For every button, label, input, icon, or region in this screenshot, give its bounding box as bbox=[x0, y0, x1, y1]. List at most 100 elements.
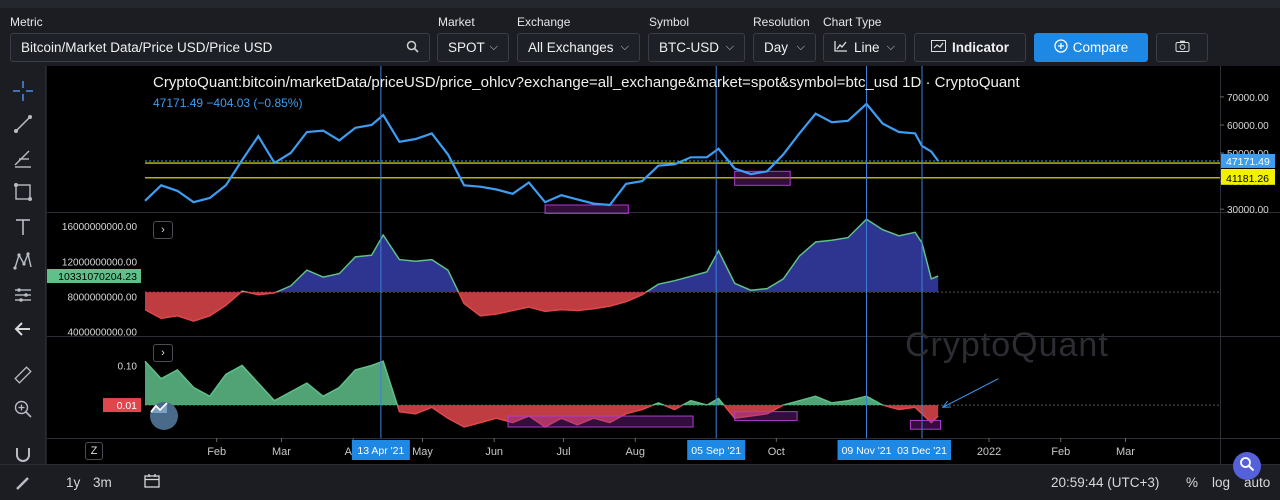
ruler-icon[interactable] bbox=[10, 362, 36, 388]
price-axis-label: 47171.49 bbox=[1226, 156, 1270, 168]
arrow-left-icon[interactable] bbox=[10, 316, 36, 342]
chevron-down-icon: ⌵ bbox=[796, 41, 805, 53]
metric-label: Metric bbox=[10, 15, 43, 29]
screenshot-button[interactable] bbox=[1156, 33, 1208, 62]
symbol-label: Symbol bbox=[649, 15, 690, 29]
bottom-bar: 1y 3m 20:59:44 (UTC+3) % log auto bbox=[0, 464, 1280, 500]
compare-button[interactable]: Compare bbox=[1034, 33, 1148, 62]
logo-icon bbox=[150, 402, 178, 430]
trendline-icon[interactable] bbox=[10, 111, 36, 137]
price-series-line bbox=[144, 102, 940, 207]
text-icon[interactable] bbox=[10, 214, 36, 240]
charttype-label: Chart Type bbox=[823, 15, 882, 29]
x-tick-label: Feb bbox=[1051, 446, 1070, 458]
current-value-label: 0.01 bbox=[117, 400, 138, 412]
highlight-box bbox=[507, 415, 694, 428]
y-tick-label: 0.10 bbox=[118, 362, 138, 373]
annotation-arrow bbox=[942, 378, 999, 408]
camera-icon bbox=[1175, 40, 1190, 55]
resolution-label: Resolution bbox=[753, 15, 810, 29]
pane3-collapse-button[interactable]: › bbox=[153, 344, 173, 362]
x-tick-label: Oct bbox=[768, 446, 785, 458]
zoom-icon[interactable] bbox=[10, 396, 36, 422]
search-fab-icon bbox=[1239, 456, 1255, 477]
chevron-right-icon: › bbox=[161, 347, 165, 359]
x-tick-label: Aug bbox=[625, 446, 645, 458]
pencil-icon[interactable] bbox=[10, 470, 36, 496]
line-chart-icon bbox=[834, 40, 848, 55]
exchange-value: All Exchanges bbox=[528, 40, 614, 55]
clock-readout: 20:59:44 (UTC+3) bbox=[1051, 475, 1160, 490]
x-tick-label: Jul bbox=[557, 446, 571, 458]
pane2-collapse-button[interactable]: › bbox=[153, 221, 173, 239]
drawing-toolbar bbox=[0, 66, 46, 464]
symbol-value: BTC-USD bbox=[659, 40, 719, 55]
date-marker-label: 03 Dec '21 bbox=[897, 445, 947, 457]
x-tick-label: Feb bbox=[207, 446, 226, 458]
x-tick-label: May bbox=[412, 446, 433, 458]
date-marker-label: 13 Apr '21 bbox=[357, 445, 404, 457]
highlight-box bbox=[734, 170, 791, 186]
y-tick-label: 8000000000.00 bbox=[67, 292, 137, 303]
market-label: Market bbox=[438, 15, 475, 29]
fib-icon[interactable] bbox=[10, 146, 36, 172]
top-strip bbox=[0, 0, 1280, 8]
chevron-right-icon: › bbox=[161, 224, 165, 236]
crosshair-icon[interactable] bbox=[10, 78, 36, 104]
y-tick-label: 30000.00 bbox=[1227, 205, 1269, 216]
compare-label: Compare bbox=[1072, 40, 1129, 55]
price-axis-label: 41181.26 bbox=[1226, 173, 1269, 185]
x-tick-label: 2022 bbox=[977, 446, 1001, 458]
highlight-box bbox=[544, 204, 629, 214]
rectangle-icon[interactable] bbox=[10, 179, 36, 205]
current-value-label: 10331070204.23 bbox=[58, 271, 137, 283]
percent-toggle[interactable]: % bbox=[1186, 475, 1198, 490]
chevron-down-icon: ⌵ bbox=[489, 41, 498, 53]
market-value: SPOT bbox=[448, 40, 485, 55]
y-tick-label: 70000.00 bbox=[1227, 93, 1269, 104]
search-icon bbox=[406, 40, 419, 56]
x-tick-label: Mar bbox=[1116, 446, 1135, 458]
x-tick-label: Jun bbox=[485, 446, 503, 458]
highlight-box bbox=[734, 411, 798, 421]
metric-select[interactable]: Bitcoin/Market Data/Price USD/Price USD bbox=[10, 33, 430, 62]
log-toggle[interactable]: log bbox=[1212, 475, 1230, 490]
measure-icon[interactable] bbox=[10, 282, 36, 308]
search-fab[interactable] bbox=[1233, 452, 1261, 480]
resolution-select[interactable]: Day ⌵ bbox=[753, 33, 816, 62]
exchange-label: Exchange bbox=[517, 15, 571, 29]
chart-svg[interactable]: 30000.0040000.0050000.0060000.0070000.00… bbox=[47, 66, 1280, 464]
y-tick-label: 60000.00 bbox=[1227, 121, 1269, 132]
chart-area[interactable]: 30000.0040000.0050000.0060000.0070000.00… bbox=[47, 66, 1280, 464]
charttype-select[interactable]: Line ⌵ bbox=[823, 33, 906, 62]
metric-value: Bitcoin/Market Data/Price USD/Price USD bbox=[21, 40, 273, 55]
watermark: CryptoQuant bbox=[905, 326, 1109, 364]
charttype-value: Line bbox=[854, 40, 880, 55]
chevron-down-icon: ⌵ bbox=[886, 41, 895, 53]
symbol-select[interactable]: BTC-USD ⌵ bbox=[648, 33, 745, 62]
indicator-button[interactable]: Indicator bbox=[914, 33, 1026, 62]
zoom-z-button[interactable]: Z bbox=[85, 442, 103, 460]
highlight-box bbox=[909, 419, 941, 430]
exchange-select[interactable]: All Exchanges ⌵ bbox=[517, 33, 640, 62]
chevron-down-icon: ⌵ bbox=[620, 41, 629, 53]
resolution-value: Day bbox=[764, 40, 789, 55]
zoom-z-label: Z bbox=[90, 445, 98, 457]
price-readout: 47171.49 −404.03 (−0.85%) bbox=[153, 96, 303, 110]
x-tick-label: Mar bbox=[272, 446, 291, 458]
plus-circle-icon bbox=[1054, 39, 1068, 56]
date-range-icon[interactable] bbox=[144, 473, 160, 492]
date-marker-label: 09 Nov '21 bbox=[842, 445, 892, 457]
y-tick-label: 12000000000.00 bbox=[62, 257, 138, 268]
chart-title: CryptoQuant:bitcoin/marketData/priceUSD/… bbox=[153, 74, 1020, 91]
range-3m-button[interactable]: 3m bbox=[93, 475, 112, 490]
range-1y-button[interactable]: 1y bbox=[66, 475, 80, 490]
indicator-icon bbox=[930, 40, 946, 55]
pattern-icon[interactable] bbox=[10, 248, 36, 274]
chevron-down-icon: ⌵ bbox=[725, 41, 734, 53]
y-tick-label: 16000000000.00 bbox=[62, 222, 138, 233]
indicator-label: Indicator bbox=[951, 40, 1009, 55]
date-marker-label: 05 Sep '21 bbox=[691, 445, 741, 457]
y-tick-label: 4000000000.00 bbox=[67, 328, 137, 339]
market-select[interactable]: SPOT ⌵ bbox=[437, 33, 509, 62]
